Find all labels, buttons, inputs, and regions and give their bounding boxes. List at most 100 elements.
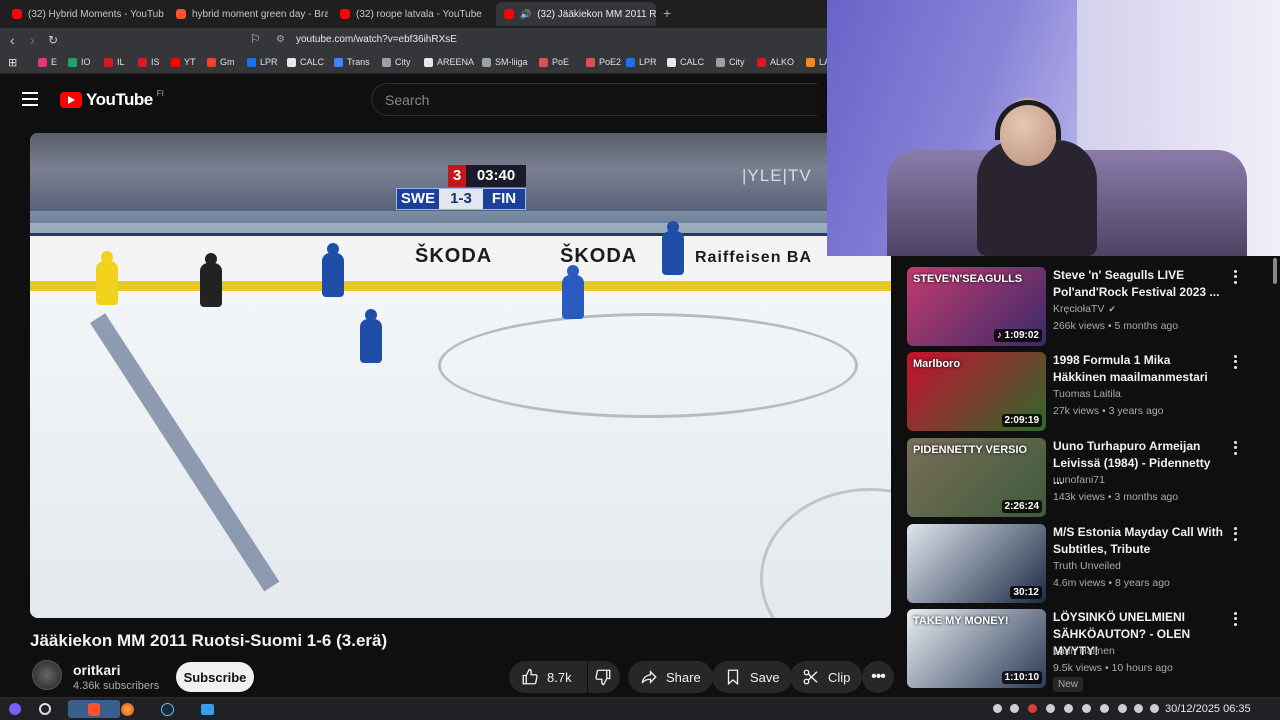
firefox-taskbar-app[interactable] — [116, 700, 138, 718]
display-icon[interactable] — [1134, 704, 1143, 713]
bookmark-item[interactable]: SM-liiga — [482, 57, 528, 67]
bookmark-item[interactable]: City — [382, 57, 411, 67]
reload-icon[interactable]: ↻ — [48, 32, 58, 48]
file-manager-taskbar-app[interactable] — [196, 700, 218, 718]
new-tab-button[interactable]: + — [663, 5, 671, 21]
bookmark-item[interactable]: IL — [104, 57, 125, 67]
thumbnail-text: TAKE MY MONEY! — [913, 615, 1009, 627]
site-info-icon[interactable]: ⚙ — [276, 34, 285, 45]
browser-tab-3[interactable]: (32) roope latvala - YouTube — [332, 2, 492, 26]
recommendation-item[interactable]: STEVE'N'SEAGULLS ♪ 1:09:02 Steve 'n' Seagu… — [907, 267, 1267, 347]
verified-check-icon: ✔ — [1108, 304, 1116, 314]
bookmark-favicon-icon — [716, 57, 725, 67]
bookmark-item[interactable]: PoE — [539, 57, 569, 67]
tray-app-icon[interactable] — [1046, 704, 1055, 713]
clipboard-icon[interactable] — [1100, 704, 1109, 713]
bookmark-item[interactable]: ALKO — [757, 57, 794, 67]
recommendation-channel[interactable]: KręciołaTV ✔ — [1053, 303, 1116, 315]
share-button[interactable]: Share — [628, 661, 713, 693]
bookmark-item[interactable]: IO — [68, 57, 91, 67]
video-thumbnail[interactable]: STEVE'N'SEAGULLS ♪ 1:09:02 — [907, 267, 1046, 346]
meta-separator: • — [1099, 405, 1109, 417]
recommendation-item[interactable]: 30:12 M/S Estonia Mayday Call With Subtit… — [907, 524, 1267, 604]
search-input[interactable]: Search — [371, 83, 817, 116]
video-thumbnail[interactable]: 30:12 — [907, 524, 1046, 603]
more-vertical-icon[interactable] — [1229, 269, 1241, 285]
notification-icon[interactable] — [993, 704, 1002, 713]
bookmark-item[interactable]: Trans — [334, 57, 370, 67]
tray-app-icon[interactable] — [1082, 704, 1091, 713]
recommendation-item[interactable]: Marlboro 2:09:19 1998 Formula 1 Mika Häkki… — [907, 352, 1267, 432]
microphone-icon[interactable] — [1118, 704, 1127, 713]
recommendation-title[interactable]: Steve 'n' Seagulls LIVE Pol'and'Rock Fes… — [1053, 267, 1223, 301]
browser-tab-1[interactable]: (32) Hybrid Moments - YouTube — [4, 2, 164, 26]
upload-age: 3 months ago — [1114, 491, 1179, 503]
more-vertical-icon[interactable] — [1229, 440, 1241, 456]
video-thumbnail[interactable]: TAKE MY MONEY! 1:10:10 — [907, 609, 1046, 688]
bookmark-item[interactable]: IS — [138, 57, 160, 67]
share-arrow-icon — [641, 670, 657, 684]
tray-app-icon[interactable] — [1010, 704, 1019, 713]
like-button[interactable]: 8.7k — [509, 661, 587, 693]
recommendation-title[interactable]: 1998 Formula 1 Mika Häkkinen maailmanmes… — [1053, 352, 1223, 386]
youtube-logo[interactable]: YouTube FI — [60, 89, 164, 110]
bookmark-item[interactable]: PoE2 — [586, 57, 621, 67]
bookmark-favicon-icon — [68, 57, 77, 67]
hamburger-menu-icon[interactable] — [22, 92, 38, 106]
recommendation-meta: 143k views • 3 months ago — [1053, 491, 1178, 503]
apps-grid-icon[interactable]: ⊞ — [8, 56, 17, 69]
volume-icon[interactable] — [1150, 704, 1159, 713]
recommendation-item[interactable]: PIDENNETTY VERSIO 2:26:24 Uuno Turhapuro A… — [907, 438, 1267, 518]
url-field[interactable]: youtube.com/watch?v=ebf36ihRXsE — [296, 34, 457, 45]
more-vertical-icon[interactable] — [1229, 526, 1241, 542]
sidebar-scrollbar[interactable] — [1273, 258, 1277, 284]
bookmark-item[interactable]: CALC — [287, 57, 324, 67]
player-swe — [96, 251, 118, 305]
taskbar-clock[interactable]: 30/12/2025 06:35 — [1165, 703, 1251, 715]
bookmark-item[interactable]: LPR — [247, 57, 278, 67]
recommendation-channel[interactable]: Lauri Halinen — [1053, 645, 1115, 657]
forward-arrow-icon[interactable]: › — [30, 32, 35, 48]
recommendation-channel[interactable]: Truth Unveiled — [1053, 560, 1121, 572]
channel-avatar[interactable] — [32, 660, 62, 690]
recommendation-title[interactable]: M/S Estonia Mayday Call With Subtitles, … — [1053, 524, 1223, 558]
channel-name-text: Truth Unveiled — [1053, 560, 1121, 572]
bookmark-item[interactable]: CALC — [667, 57, 704, 67]
brave-taskbar-app[interactable] — [68, 700, 120, 718]
browser-tab-active[interactable]: 🔊(32) Jääkiekon MM 2011 R× — [496, 2, 656, 26]
bookmark-item[interactable]: City — [716, 57, 745, 67]
start-menu-icon[interactable] — [4, 700, 26, 718]
bookmark-item[interactable]: LPR — [626, 57, 657, 67]
dislike-button[interactable] — [588, 661, 620, 693]
bookmark-item[interactable]: Gm — [207, 57, 235, 67]
clip-label: Clip — [828, 669, 851, 685]
scoreboard-away-team: FIN — [491, 190, 517, 207]
channel-name[interactable]: oritkari — [73, 662, 120, 678]
clip-button[interactable]: Clip — [790, 661, 863, 693]
steam-taskbar-app[interactable] — [156, 700, 178, 718]
browser-tab-2[interactable]: hybrid moment green day - Brav — [168, 2, 328, 26]
video-player[interactable]: ŠKODA ŠKODA Raiffeisen BA 3 03:40 SWE 1-… — [30, 133, 891, 618]
recording-icon[interactable] — [1028, 704, 1037, 713]
more-vertical-icon[interactable] — [1229, 611, 1241, 627]
back-arrow-icon[interactable]: ‹ — [10, 32, 15, 48]
recommendation-meta: 27k views • 3 years ago — [1053, 405, 1164, 417]
more-actions-button[interactable]: ••• — [862, 661, 894, 693]
video-thumbnail[interactable]: Marlboro 2:09:19 — [907, 352, 1046, 431]
bookmark-label: Gm — [220, 57, 235, 67]
video-thumbnail[interactable]: PIDENNETTY VERSIO 2:26:24 — [907, 438, 1046, 517]
system-settings-icon[interactable] — [34, 700, 56, 718]
tab-label: hybrid moment green day - Brav — [192, 8, 328, 20]
more-vertical-icon[interactable] — [1229, 354, 1241, 370]
recommendation-channel[interactable]: uunofani71 — [1053, 474, 1105, 486]
subscribe-button[interactable]: Subscribe — [176, 662, 254, 692]
save-button[interactable]: Save — [712, 661, 792, 693]
bookmark-item[interactable]: E — [38, 57, 57, 67]
bookmark-item[interactable]: YT — [171, 57, 196, 67]
bookmark-icon[interactable]: ⚐ — [250, 32, 261, 46]
recommendation-item[interactable]: TAKE MY MONEY! 1:10:10 LÖYSINKÖ UNELMIENI … — [907, 609, 1267, 692]
bookmark-item[interactable]: AREENA — [424, 57, 474, 67]
media-icon[interactable] — [1064, 704, 1073, 713]
bookmark-favicon-icon — [287, 57, 296, 67]
recommendation-channel[interactable]: Tuomas Laitila — [1053, 388, 1121, 400]
